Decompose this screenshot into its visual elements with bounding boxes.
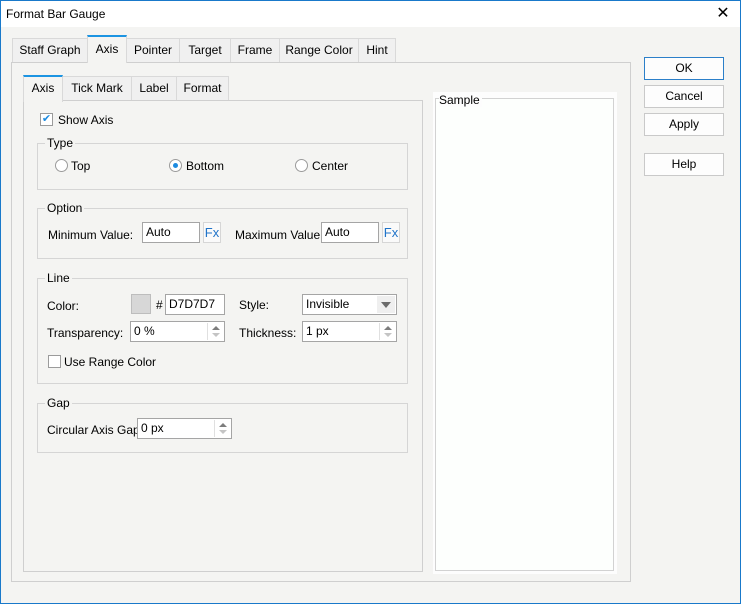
spinner-arrows-icon[interactable] bbox=[214, 420, 230, 437]
subtab-axis[interactable]: Axis bbox=[23, 75, 63, 102]
sample-preview bbox=[435, 98, 614, 571]
max-value-label: Maximum Value: bbox=[235, 228, 324, 242]
ok-button[interactable]: OK bbox=[644, 57, 724, 80]
subtab-tick-mark[interactable]: Tick Mark bbox=[62, 76, 132, 101]
show-axis-label: Show Axis bbox=[58, 113, 114, 127]
type-center-radio[interactable] bbox=[295, 159, 308, 172]
title-bar: Format Bar Gauge ✕ bbox=[1, 1, 740, 27]
style-select[interactable]: Invisible bbox=[302, 294, 397, 315]
min-value-fx-button[interactable]: Fx bbox=[203, 222, 221, 243]
color-label: Color: bbox=[47, 299, 80, 313]
style-select-value: Invisible bbox=[306, 297, 350, 311]
subtab-panel: ✔ Show Axis Type Top Bottom Center Optio… bbox=[23, 100, 423, 572]
thickness-spinner[interactable]: 1 px bbox=[302, 321, 397, 342]
style-label: Style: bbox=[239, 298, 270, 312]
type-group: Type Top Bottom Center bbox=[37, 136, 408, 190]
transparency-label: Transparency: bbox=[47, 326, 124, 340]
spinner-arrows-icon[interactable] bbox=[379, 323, 395, 340]
type-bottom-label: Bottom bbox=[186, 159, 225, 173]
dialog-window: Format Bar Gauge ✕ Staff Graph Axis Poin… bbox=[0, 0, 741, 604]
line-group-label: Line bbox=[45, 271, 72, 285]
use-range-color-label: Use Range Color bbox=[64, 355, 157, 369]
transparency-spinner[interactable]: 0 % bbox=[130, 321, 225, 342]
spinner-arrows-icon[interactable] bbox=[207, 323, 223, 340]
close-icon[interactable]: ✕ bbox=[712, 4, 734, 24]
type-top-label: Top bbox=[71, 159, 91, 173]
tab-pointer[interactable]: Pointer bbox=[126, 38, 180, 63]
circular-gap-value: 0 px bbox=[141, 421, 164, 435]
tab-hint[interactable]: Hint bbox=[358, 38, 396, 63]
type-bottom-radio[interactable] bbox=[169, 159, 182, 172]
apply-button[interactable]: Apply bbox=[644, 113, 724, 136]
subtab-label[interactable]: Label bbox=[131, 76, 177, 101]
sample-label: Sample bbox=[439, 93, 482, 107]
type-center-label: Center bbox=[312, 159, 349, 173]
transparency-value: 0 % bbox=[134, 324, 155, 338]
circular-gap-label: Circular Axis Gap: bbox=[47, 423, 144, 437]
option-group: Option Minimum Value: Auto Fx Maximum Va… bbox=[37, 201, 408, 259]
max-value-input[interactable]: Auto bbox=[321, 222, 379, 243]
tab-frame[interactable]: Frame bbox=[230, 38, 280, 63]
option-group-label: Option bbox=[45, 201, 85, 215]
tab-range-color[interactable]: Range Color bbox=[279, 38, 359, 63]
line-group: Line Color: # D7D7D7 Style: Invisible Tr… bbox=[37, 271, 408, 384]
show-axis-checkbox[interactable]: ✔ bbox=[40, 113, 53, 126]
chevron-down-icon[interactable] bbox=[377, 296, 395, 313]
use-range-color-checkbox[interactable] bbox=[48, 355, 61, 368]
type-group-label: Type bbox=[45, 136, 76, 150]
circular-gap-spinner[interactable]: 0 px bbox=[137, 418, 232, 439]
tab-target[interactable]: Target bbox=[179, 38, 231, 63]
tab-staff-graph[interactable]: Staff Graph bbox=[12, 38, 88, 63]
subtab-format[interactable]: Format bbox=[176, 76, 229, 101]
sample-area: Sample bbox=[433, 92, 617, 574]
gap-group-label: Gap bbox=[45, 396, 72, 410]
color-hash: # bbox=[156, 298, 163, 312]
type-top-radio[interactable] bbox=[55, 159, 68, 172]
tab-axis[interactable]: Axis bbox=[87, 35, 127, 63]
help-button[interactable]: Help bbox=[644, 153, 724, 176]
color-hex-input[interactable]: D7D7D7 bbox=[165, 294, 225, 315]
max-value-fx-button[interactable]: Fx bbox=[382, 222, 400, 243]
cancel-button[interactable]: Cancel bbox=[644, 85, 724, 108]
thickness-value: 1 px bbox=[306, 324, 329, 338]
window-title: Format Bar Gauge bbox=[6, 7, 106, 21]
min-value-input[interactable]: Auto bbox=[142, 222, 200, 243]
color-swatch[interactable] bbox=[131, 294, 151, 314]
min-value-label: Minimum Value: bbox=[48, 228, 134, 242]
thickness-label: Thickness: bbox=[239, 326, 297, 340]
gap-group: Gap Circular Axis Gap: 0 px bbox=[37, 396, 408, 453]
